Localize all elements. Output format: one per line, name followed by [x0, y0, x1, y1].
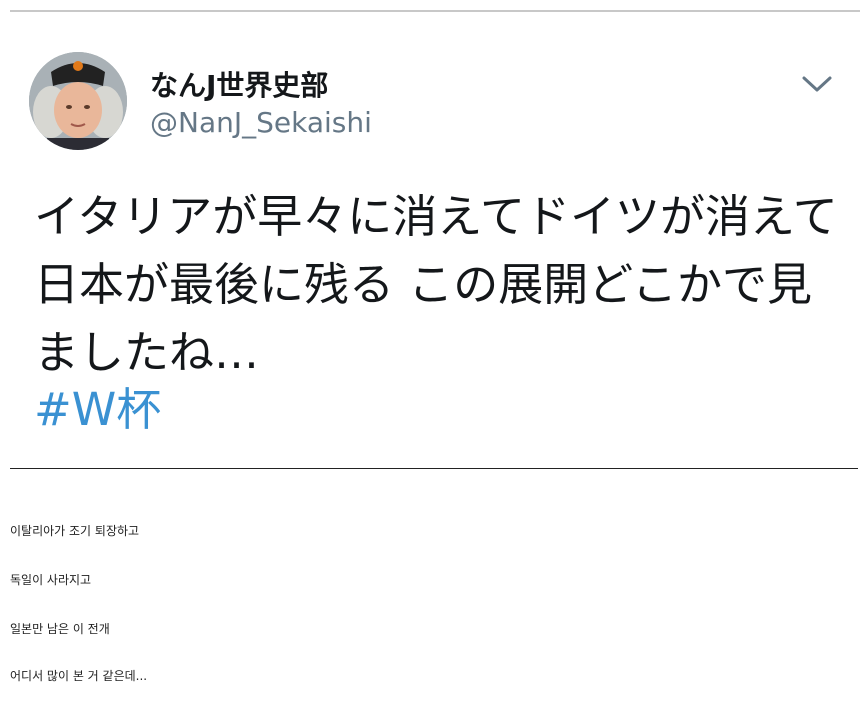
- chevron-down-icon[interactable]: [800, 70, 834, 96]
- tweet-card: なんJ世界史部 @NanJ_Sekaishi イタリアが早々に消えてドイツが消え…: [0, 0, 866, 470]
- avatar-portrait-image: [29, 52, 127, 150]
- section-divider: [10, 468, 858, 469]
- caption-line: 독일이 사라지고: [10, 573, 92, 587]
- caption-line: 이탈리아가 조기 퇴장하고: [10, 524, 140, 538]
- avatar[interactable]: [29, 52, 127, 150]
- tweet-text: イタリアが早々に消えてドイツが消えて日本が最後に残る この展開どこかで見ましたね…: [34, 190, 838, 379]
- user-handle[interactable]: @NanJ_Sekaishi: [150, 106, 372, 139]
- hashtag-link[interactable]: #W杯: [34, 380, 161, 440]
- display-name[interactable]: なんJ世界史部: [150, 64, 328, 104]
- caption-line: 어디서 많이 본 거 같은데...: [10, 669, 148, 683]
- caption-line: 일본만 남은 이 전개: [10, 622, 110, 636]
